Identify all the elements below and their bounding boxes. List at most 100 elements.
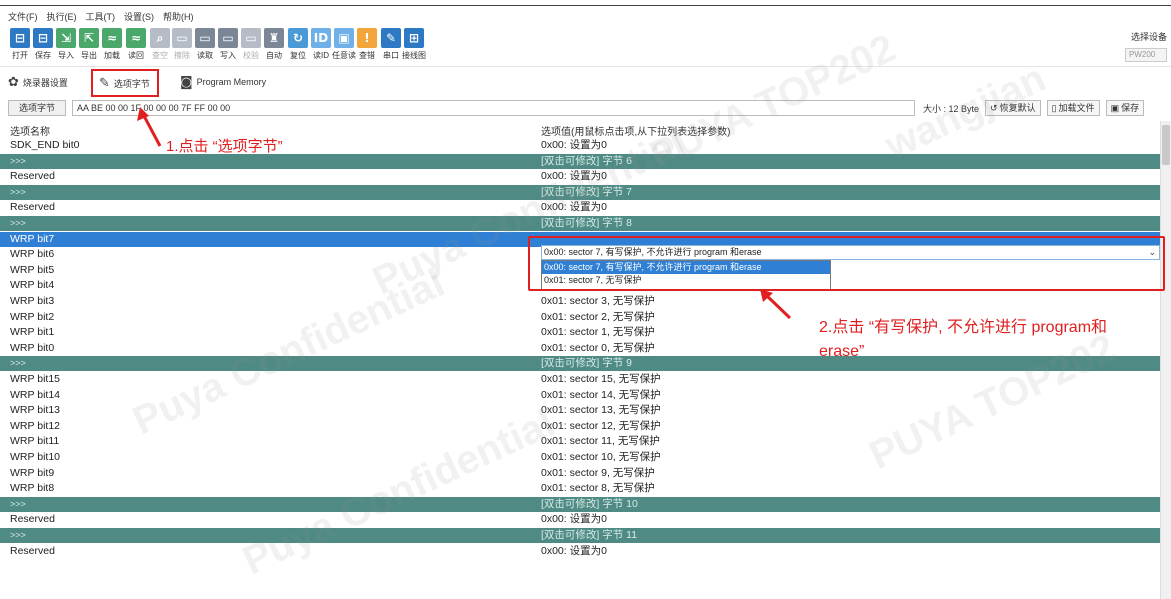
save-button[interactable]: ▣ 保存 bbox=[1105, 100, 1145, 116]
toolbar-label: 加载 bbox=[104, 51, 120, 60]
random-read-button[interactable]: ▣ 任意读 bbox=[332, 28, 356, 61]
column-header-name: 选项名称 bbox=[10, 127, 50, 138]
option-name: >>> bbox=[10, 498, 26, 509]
option-name: WRP bit7 bbox=[10, 232, 55, 245]
option-name: WRP bit3 bbox=[10, 295, 55, 307]
readback-button[interactable]: ≈ 读回 bbox=[124, 28, 148, 61]
reset-button[interactable]: ↻ 复位 bbox=[286, 28, 310, 61]
option-value[interactable]: 0x00: 设置为0 bbox=[541, 138, 607, 153]
table-row[interactable]: WRP bit11 0x01: sector 11, 无写保护 bbox=[0, 434, 1160, 449]
menu-item[interactable]: 文件(F) bbox=[8, 10, 38, 23]
toolbar-label: 读ID bbox=[313, 51, 329, 60]
grid-separator-row[interactable]: >>> [双击可修改] 字节 10 bbox=[0, 496, 1160, 512]
menu-item[interactable]: 执行(E) bbox=[47, 10, 77, 23]
option-bytes-icon: ✎ bbox=[99, 75, 110, 91]
option-value[interactable]: 0x00: 设置为0 bbox=[541, 512, 607, 527]
table-row[interactable]: WRP bit10 0x01: sector 10, 无写保护 bbox=[0, 450, 1160, 465]
export-button[interactable]: ⇱ 导出 bbox=[77, 28, 101, 61]
read-button[interactable]: ▭ 读取 bbox=[193, 28, 217, 61]
option-name: >>> bbox=[10, 530, 26, 540]
option-value[interactable]: 0x01: sector 12, 无写保护 bbox=[541, 419, 661, 434]
tab-option-bytes[interactable]: ✎ 选项字节 bbox=[91, 69, 159, 97]
option-value[interactable]: 0x01: sector 3, 无写保护 bbox=[541, 294, 655, 309]
option-name: WRP bit8 bbox=[10, 482, 55, 495]
option-name: WRP bit0 bbox=[10, 341, 55, 354]
scrollbar[interactable] bbox=[1160, 121, 1171, 599]
toolbar-label: 任意读 bbox=[332, 51, 356, 60]
save-icon: ⊟ bbox=[33, 28, 53, 48]
scrollbar-thumb[interactable] bbox=[1162, 125, 1170, 165]
verify-icon: ▭ bbox=[241, 28, 261, 48]
option-value[interactable]: 0x00: 设置为0 bbox=[541, 544, 607, 559]
option-name: WRP bit14 bbox=[10, 388, 60, 401]
load-button[interactable]: ≈ 加载 bbox=[100, 28, 124, 61]
option-value: [双击可修改] 字节 9 bbox=[541, 357, 633, 370]
option-value[interactable]: 0x01: sector 15, 无写保护 bbox=[541, 372, 661, 387]
option-bytes-label: 选项字节 bbox=[8, 100, 66, 116]
toolbar-label: 查空 bbox=[152, 51, 168, 60]
serial-port-icon: ✎ bbox=[381, 28, 401, 48]
menu-item[interactable]: 帮助(H) bbox=[163, 10, 194, 23]
table-row[interactable]: Reserved 0x00: 设置为0 bbox=[0, 512, 1160, 527]
option-value[interactable]: 0x01: sector 2, 无写保护 bbox=[541, 310, 655, 325]
debug-button[interactable]: ! 查错 bbox=[355, 28, 379, 61]
option-value[interactable]: 0x01: sector 1, 无写保护 bbox=[541, 325, 655, 340]
tab-label: 选项字节 bbox=[113, 78, 150, 89]
option-name: WRP bit10 bbox=[10, 451, 60, 463]
table-row[interactable]: WRP bit3 0x01: sector 3, 无写保护 bbox=[0, 294, 1160, 309]
auto-button[interactable]: ♜ 自动 bbox=[262, 28, 286, 61]
folder-button[interactable]: ⊟ 打开 bbox=[8, 28, 32, 61]
option-value[interactable]: 0x01: sector 14, 无写保护 bbox=[541, 388, 661, 403]
random-read-icon: ▣ bbox=[334, 28, 354, 48]
tab-label: Program Memory bbox=[196, 77, 267, 87]
reset-icon: ↻ bbox=[288, 28, 308, 48]
table-row[interactable]: Reserved 0x00: 设置为0 bbox=[0, 544, 1160, 559]
window-top-border bbox=[0, 0, 1171, 6]
memory-icon: ◙ bbox=[180, 74, 193, 90]
option-name: WRP bit15 bbox=[10, 373, 60, 385]
option-name: WRP bit4 bbox=[10, 279, 55, 292]
import-button[interactable]: ⇲ 导入 bbox=[54, 28, 78, 61]
toolbar-label: 串口 bbox=[383, 51, 399, 60]
option-name: Reserved bbox=[10, 201, 55, 214]
option-value[interactable]: 0x01: sector 8, 无写保护 bbox=[541, 481, 655, 496]
export-icon: ⇱ bbox=[79, 28, 99, 48]
annotation-step1: 1.点击 “选项字节” bbox=[166, 138, 283, 155]
load-icon: ≈ bbox=[102, 28, 122, 48]
blank-check-button[interactable]: ⌕ 查空 bbox=[148, 28, 172, 61]
menu-item[interactable]: 工具(T) bbox=[86, 10, 116, 23]
write-button[interactable]: ▭ 写入 bbox=[216, 28, 240, 61]
save-button[interactable]: ⊟ 保存 bbox=[31, 28, 55, 61]
read-icon: ▭ bbox=[195, 28, 215, 48]
option-name: >>> bbox=[10, 186, 26, 197]
erase-icon: ▭ bbox=[172, 28, 192, 48]
load-file-button[interactable]: ▯ 加载文件 bbox=[1046, 100, 1100, 116]
tab-program-memory[interactable]: ◙ Program Memory bbox=[180, 72, 266, 92]
option-name: Reserved bbox=[10, 513, 55, 526]
annotation-highlight-box bbox=[528, 236, 1165, 291]
wiring-diagram-button[interactable]: ⊞ 接线图 bbox=[402, 28, 426, 61]
read-id-icon: ID bbox=[311, 28, 331, 48]
grid-separator-row[interactable]: >>> [双击可修改] 字节 8 bbox=[0, 216, 1160, 231]
verify-button[interactable]: ▭ 校验 bbox=[239, 28, 263, 61]
option-name: >>> bbox=[10, 358, 26, 369]
option-name: >>> bbox=[10, 155, 26, 166]
grid-separator-row[interactable]: >>> [双击可修改] 字节 11 bbox=[0, 528, 1160, 543]
device-select-label: 选择设备 bbox=[1130, 32, 1167, 42]
table-row[interactable]: WRP bit9 0x01: sector 9, 无写保护 bbox=[0, 466, 1160, 481]
menu-item[interactable]: 设置(S) bbox=[124, 10, 154, 23]
option-value[interactable]: 0x01: sector 13, 无写保护 bbox=[541, 403, 661, 418]
folder-icon: ⊟ bbox=[10, 28, 30, 48]
serial-port-button[interactable]: ✎ 串口 bbox=[379, 28, 403, 61]
option-value[interactable]: 0x01: sector 0, 无写保护 bbox=[541, 341, 655, 356]
read-id-button[interactable]: ID 读ID bbox=[309, 28, 333, 61]
table-row[interactable]: WRP bit8 0x01: sector 8, 无写保护 bbox=[0, 481, 1160, 496]
tab-programmer-settings[interactable]: ✿ 烧录器设置 bbox=[8, 72, 68, 92]
save-icon: ▣ bbox=[1110, 103, 1120, 113]
menu-bar: 文件(F) 执行(E) 工具(T) 设置(S) 帮助(H) bbox=[0, 7, 1171, 25]
blank-check-icon: ⌕ bbox=[150, 28, 170, 48]
erase-button[interactable]: ▭ 擦除 bbox=[170, 28, 194, 61]
option-value[interactable]: 0x01: sector 9, 无写保护 bbox=[541, 466, 655, 481]
option-value[interactable]: 0x01: sector 10, 无写保护 bbox=[541, 450, 661, 465]
device-select[interactable]: PW200 bbox=[1125, 48, 1167, 62]
